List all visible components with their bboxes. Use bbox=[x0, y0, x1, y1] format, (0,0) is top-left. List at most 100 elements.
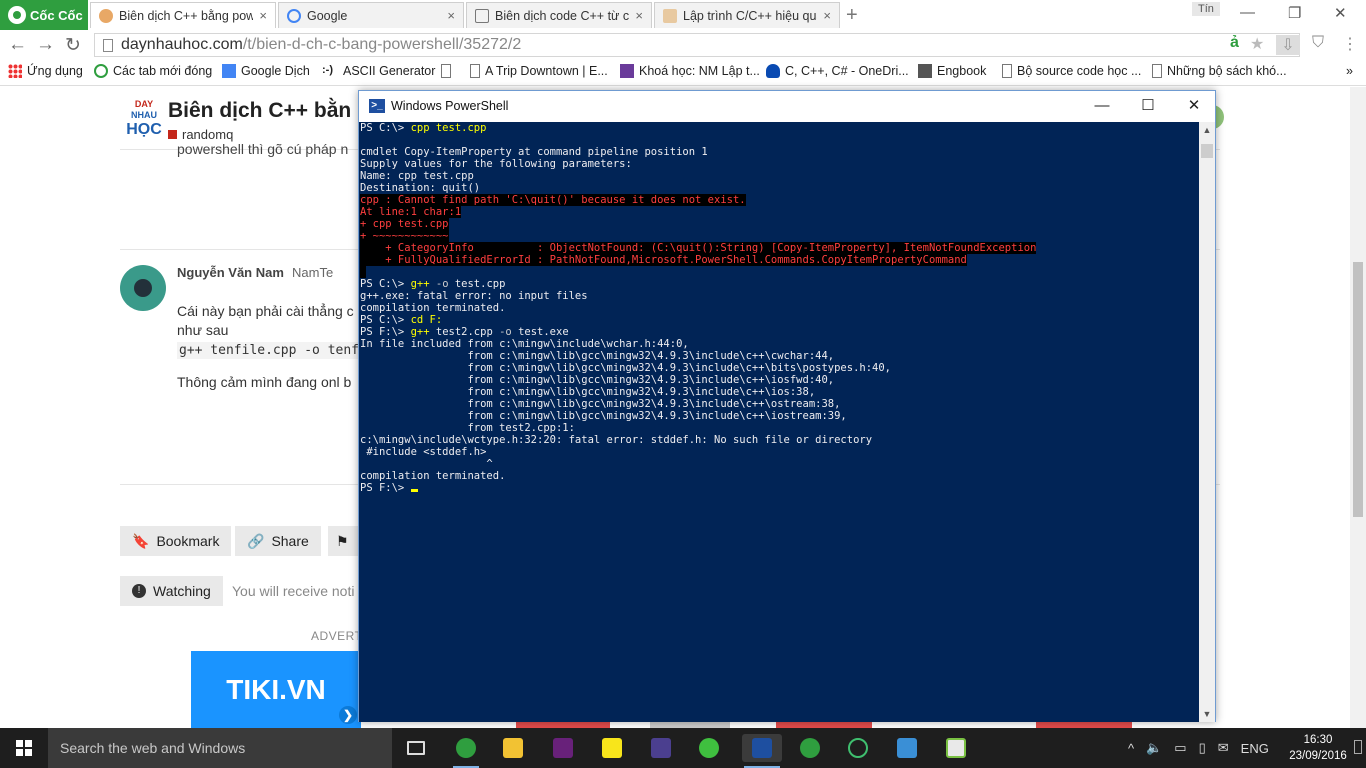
console-text: cpp : Cannot find path 'C:\quit()' becau… bbox=[360, 194, 746, 206]
reload-icon[interactable]: ↻ bbox=[65, 34, 81, 57]
task-view-button[interactable] bbox=[401, 734, 431, 762]
watching-button[interactable]: ! Watching bbox=[120, 576, 223, 606]
console-text: PS F:\> bbox=[360, 326, 411, 338]
site-logo[interactable]: DAY NHAU HỌC bbox=[126, 99, 162, 139]
taskbar-app-blue[interactable] bbox=[892, 734, 922, 762]
page-scrollbar[interactable] bbox=[1350, 87, 1366, 728]
notifications-icon[interactable] bbox=[1354, 740, 1362, 754]
coccoc-menu-button[interactable]: Cốc Cốc bbox=[0, 0, 88, 30]
forward-icon[interactable]: → bbox=[36, 34, 55, 56]
tab-bien-dich-code[interactable]: Biên dịch code C++ từ con × bbox=[466, 2, 652, 28]
clock[interactable]: 16:30 23/09/2016 bbox=[1286, 732, 1350, 764]
minimize-icon[interactable]: — bbox=[1240, 4, 1255, 21]
taskbar-app-parrot[interactable] bbox=[694, 734, 724, 762]
bookmark-engbook[interactable]: Engbook bbox=[918, 64, 986, 78]
taskbar-visual-studio[interactable] bbox=[548, 734, 578, 762]
powershell-console[interactable]: PS C:\> cpp test.cpp cmdlet Copy-ItemProp… bbox=[359, 122, 1199, 722]
bookmark-recent-tabs[interactable]: Các tab mới đóng bbox=[94, 64, 212, 78]
share-button[interactable]: 🔗 Share bbox=[235, 526, 321, 556]
bookmark-blank[interactable] bbox=[441, 64, 456, 78]
taskbar-coccoc-2[interactable] bbox=[795, 734, 825, 762]
minimize-icon[interactable]: — bbox=[1079, 95, 1125, 117]
tab-lap-trinh[interactable]: Lập trình C/C++ hiệu quả × bbox=[654, 2, 840, 28]
page-scrollbar-thumb[interactable] bbox=[1353, 262, 1363, 517]
console-text: test.cpp bbox=[454, 278, 506, 290]
close-window-icon[interactable]: ✕ bbox=[1334, 4, 1347, 22]
post-author[interactable]: Nguyễn Văn Nam bbox=[177, 265, 284, 280]
category-badge[interactable]: randomq bbox=[168, 127, 233, 142]
back-icon[interactable]: ← bbox=[8, 34, 27, 56]
chevron-right-icon[interactable]: ❯ bbox=[339, 706, 357, 724]
bookmark-nhung-bo-sach[interactable]: Những bộ sách khó... bbox=[1152, 64, 1287, 78]
console-line: from c:\mingw\lib\gcc\mingw32\4.9.3\incl… bbox=[360, 410, 1199, 422]
avatar[interactable] bbox=[120, 265, 166, 311]
taskbar-powershell[interactable] bbox=[742, 734, 782, 768]
language-indicator[interactable]: ENG bbox=[1241, 741, 1269, 756]
volume-icon[interactable]: 🔈 bbox=[1146, 740, 1162, 756]
start-button[interactable] bbox=[0, 728, 48, 768]
console-cursor bbox=[410, 489, 418, 492]
post-author-handle[interactable]: NamTe bbox=[292, 265, 333, 280]
star-icon[interactable]: ★ bbox=[1250, 34, 1264, 54]
topic-title[interactable]: Biên dịch C++ bằn bbox=[168, 99, 351, 123]
network-icon[interactable]: ▯ bbox=[1199, 740, 1206, 756]
restore-icon[interactable]: ❐ bbox=[1288, 4, 1301, 22]
category-label: randomq bbox=[182, 127, 234, 142]
console-scrollbar[interactable]: ▲ ▼ bbox=[1199, 122, 1215, 722]
tiki-ad-banner[interactable]: TIKI.VN ❯ bbox=[191, 651, 361, 728]
download-icon[interactable]: ⇩ bbox=[1276, 35, 1300, 55]
flag-button[interactable]: ⚑ bbox=[328, 526, 358, 556]
tab-close-icon[interactable]: × bbox=[823, 8, 831, 23]
scroll-up-icon[interactable]: ▲ bbox=[1199, 122, 1215, 138]
address-bar[interactable]: daynhauhoc.com /t/bien-d-ch-c-bang-power… bbox=[94, 33, 1300, 57]
bookmark-onedrive[interactable]: C, C++, C# - OneDri... bbox=[766, 64, 909, 78]
shield-icon[interactable]: ⛉ bbox=[1312, 34, 1324, 52]
bookmark-ascii-generator[interactable]: :-) ASCII Generator bbox=[322, 64, 435, 78]
close-icon[interactable]: ✕ bbox=[1171, 95, 1217, 117]
powershell-window[interactable]: >_ Windows PowerShell — ☐ ✕ PS C:\> cpp … bbox=[358, 90, 1216, 722]
console-text: from test2.cpp:1: bbox=[360, 422, 575, 434]
console-scrollbar-thumb[interactable] bbox=[1201, 144, 1213, 158]
chevron-double-right-icon: » bbox=[1346, 64, 1353, 78]
tab-close-icon[interactable]: × bbox=[635, 8, 643, 23]
console-text: + ~~~~~~~~~~~~ bbox=[360, 230, 449, 242]
battery-icon[interactable]: ▭ bbox=[1174, 740, 1186, 756]
bookmark-apps[interactable]: Ứng dụng bbox=[8, 64, 83, 78]
tab-close-icon[interactable]: × bbox=[447, 8, 455, 23]
taskbar-app-chart[interactable] bbox=[941, 734, 971, 762]
profile-badge[interactable]: Tín bbox=[1192, 2, 1220, 16]
taskbar-app-purple[interactable] bbox=[646, 734, 676, 762]
maximize-icon[interactable]: ☐ bbox=[1125, 95, 1171, 117]
console-text: PS C:\> bbox=[360, 122, 411, 134]
bookmarks-overflow[interactable]: » bbox=[1346, 64, 1353, 78]
taskbar-file-explorer[interactable] bbox=[498, 734, 528, 762]
taskbar-coccoc[interactable] bbox=[451, 734, 481, 768]
console-text: cd F: bbox=[410, 314, 443, 326]
tab-bien-dich[interactable]: Biên dịch C++ bằng powe × bbox=[90, 2, 276, 28]
bookmark-khoa-hoc[interactable]: Khoá học: NM Lập t... bbox=[620, 64, 760, 78]
link-icon: 🔗 bbox=[247, 532, 265, 549]
taskbar-sticky-notes[interactable] bbox=[597, 734, 627, 762]
taskbar-search[interactable]: Search the web and Windows bbox=[48, 728, 392, 768]
tray-expand-icon[interactable]: ^ bbox=[1128, 741, 1134, 756]
bookmark-a-trip-downtown[interactable]: A Trip Downtown | E... bbox=[470, 64, 608, 78]
menu-icon[interactable]: ⋮ bbox=[1342, 34, 1358, 54]
tab-close-icon[interactable]: × bbox=[259, 8, 267, 23]
powershell-icon[interactable]: >_ bbox=[369, 99, 385, 113]
console-text: Supply values for the following paramete… bbox=[360, 158, 632, 170]
message-icon[interactable]: ✉ bbox=[1218, 740, 1229, 756]
bookmark-google-translate[interactable]: Google Dịch bbox=[222, 64, 310, 78]
scroll-down-icon[interactable]: ▼ bbox=[1199, 706, 1215, 722]
new-tab-button[interactable]: + bbox=[846, 4, 858, 27]
console-line: Name: cpp test.cpp bbox=[360, 170, 1199, 182]
powershell-titlebar[interactable]: >_ Windows PowerShell — ☐ ✕ bbox=[359, 91, 1215, 122]
page-info-icon[interactable] bbox=[103, 39, 113, 52]
button-label: Bookmark bbox=[156, 533, 220, 549]
bookmark-bo-source-code[interactable]: Bộ source code học ... bbox=[1002, 64, 1141, 78]
translate-a-icon[interactable]: ả bbox=[1230, 34, 1239, 52]
page-icon bbox=[1002, 64, 1012, 78]
bookmark-button[interactable]: 🔖 Bookmark bbox=[120, 526, 232, 556]
taskbar-atom[interactable] bbox=[843, 734, 873, 762]
tab-google[interactable]: Google × bbox=[278, 2, 464, 28]
brand-label: Cốc Cốc bbox=[30, 7, 83, 23]
